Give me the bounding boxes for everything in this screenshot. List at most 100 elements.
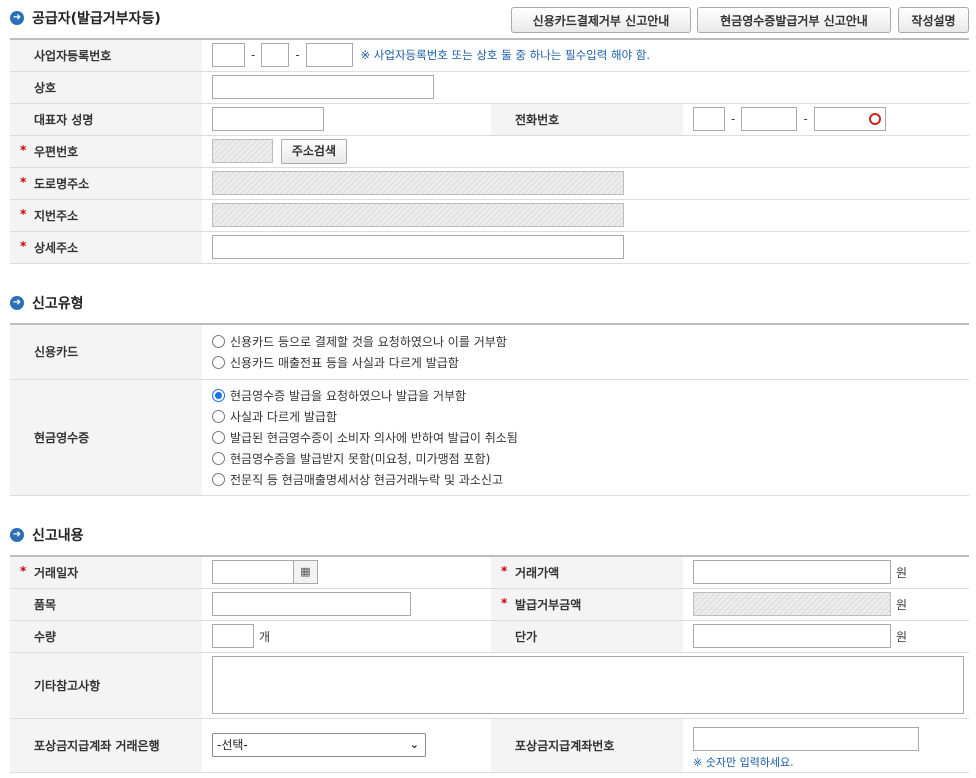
detail-address-label: * 상세주소	[10, 231, 202, 264]
item-input[interactable]	[212, 592, 411, 616]
detail-address-label-text: 상세주소	[34, 240, 79, 255]
dash: -	[251, 48, 256, 63]
rep-name-label: 대표자 성명	[10, 103, 202, 136]
bank-select[interactable]: -선택- ⌄	[212, 733, 426, 757]
cash-option-label: 전문직 등 현금매출명세서상 현금거래누락 및 과소신고	[230, 472, 503, 487]
cash-options: 현금영수증 발급을 요청하였으나 발급을 거부함사실과 다르게 발급함발급된 현…	[202, 379, 969, 496]
cash-type-label: 현금영수증	[10, 379, 202, 496]
account-no-label: 포상금지급계좌번호	[491, 718, 683, 773]
required-mark: *	[20, 206, 27, 221]
dash: -	[295, 48, 300, 63]
biz-no-1-input[interactable]	[212, 43, 245, 68]
biz-no-note: ※ 사업자등록번호 또는 상호 둘 중 하나는 필수입력 해야 함.	[360, 48, 651, 63]
help-button[interactable]: 작성설명	[898, 7, 969, 33]
required-mark: *	[501, 595, 508, 610]
chevron-down-icon: ⌄	[409, 738, 419, 751]
report-type-table: 신용카드 신용카드 등으로 결제할 것을 요청하였으나 이를 거부함신용카드 매…	[10, 323, 969, 496]
section-title: 공급자(발급거부자등)	[32, 11, 161, 27]
biz-no-2-input[interactable]	[261, 43, 290, 68]
cash-option[interactable]: 발급된 현금영수증이 소비자 의사에 반하여 발급이 취소됨	[212, 427, 969, 448]
radio-button[interactable]	[212, 355, 225, 369]
cash-option[interactable]: 현금영수증 발급을 요청하였으나 발급을 거부함	[212, 385, 969, 406]
account-no-input[interactable]	[693, 726, 919, 751]
trade-date-input[interactable]	[212, 560, 294, 585]
required-mark: *	[501, 563, 508, 578]
won-unit: 원	[896, 629, 908, 644]
arrow-right-icon: ➜	[10, 296, 24, 310]
etc-note-label: 기타참고사항	[10, 652, 202, 719]
cash-option[interactable]: 현금영수증을 발급받지 못함(미요청, 미가맹점 포함)	[212, 448, 969, 469]
radio-button[interactable]	[212, 334, 225, 348]
card-option-label: 신용카드 매출전표 등을 사실과 다르게 발급함	[230, 355, 459, 370]
jibun-address-label: * 지번주소	[10, 199, 202, 232]
road-address-label-text: 도로명주소	[34, 176, 90, 191]
section-supplier-header: ➜ 공급자(발급거부자등)	[10, 8, 161, 28]
refused-amount-label-text: 발급거부금액	[515, 597, 582, 612]
biz-no-3-input[interactable]	[305, 43, 353, 68]
radio-button[interactable]	[212, 430, 225, 444]
section-report-type-header: ➜ 신고유형	[10, 293, 84, 313]
password-eye-icon[interactable]	[868, 113, 881, 125]
trade-amount-input[interactable]	[693, 560, 891, 585]
radio-button[interactable]	[212, 388, 225, 402]
required-mark: *	[20, 238, 27, 253]
radio-button[interactable]	[212, 451, 225, 465]
jibun-address-label-text: 지번주소	[34, 208, 79, 223]
card-options: 신용카드 등으로 결제할 것을 요청하였으나 이를 거부함신용카드 매출전표 등…	[202, 324, 969, 380]
unit-price-input[interactable]	[693, 624, 891, 648]
report-content-table: * 거래일자 ▦ * 거래가액 원 품목 * 발급거부금액 원 수량 개 단가 원 기…	[10, 555, 969, 773]
dash: -	[803, 112, 808, 126]
phone-3-input[interactable]	[813, 107, 886, 131]
card-option[interactable]: 신용카드 매출전표 등을 사실과 다르게 발급함	[212, 352, 969, 373]
supplier-table: 사업자등록번호 - - ※ 사업자등록번호 또는 상호 둘 중 하나는 필수입력 …	[10, 38, 969, 264]
trade-date-label: * 거래일자	[10, 556, 202, 589]
arrow-right-icon: ➜	[10, 11, 24, 25]
phone-label: 전화번호	[491, 103, 683, 136]
arrow-right-icon: ➜	[10, 528, 24, 542]
section-title: 신고유형	[32, 296, 84, 312]
cash-option-label: 발급된 현금영수증이 소비자 의사에 반하여 발급이 취소됨	[230, 430, 518, 445]
cash-option[interactable]: 사실과 다르게 발급함	[212, 406, 969, 427]
cash-option-label: 현금영수증 발급을 요청하였으나 발급을 거부함	[230, 388, 467, 403]
refused-amount-input	[693, 592, 891, 616]
required-mark: *	[20, 563, 27, 578]
rep-name-input[interactable]	[212, 107, 324, 131]
trade-amount-label: * 거래가액	[491, 556, 683, 589]
card-option-label: 신용카드 등으로 결제할 것을 요청하였으나 이를 거부함	[230, 334, 507, 349]
section-report-content-header: ➜ 신고내용	[10, 525, 84, 545]
card-refusal-guide-button[interactable]: 신용카드결제거부 신고안내	[511, 7, 691, 33]
biz-no-label: 사업자등록번호	[10, 39, 202, 72]
name-input[interactable]	[212, 75, 434, 99]
quantity-unit: 개	[259, 629, 271, 644]
cash-refusal-guide-button[interactable]: 현금영수증발급거부 신고안내	[697, 7, 891, 33]
cash-option-label: 사실과 다르게 발급함	[230, 409, 337, 424]
cash-option-label: 현금영수증을 발급받지 못함(미요청, 미가맹점 포함)	[230, 451, 491, 466]
zip-label-text: 우편번호	[34, 144, 79, 159]
quantity-label: 수량	[10, 620, 202, 653]
radio-button[interactable]	[212, 472, 225, 486]
card-option[interactable]: 신용카드 등으로 결제할 것을 요청하였으나 이를 거부함	[212, 331, 969, 352]
etc-note-textarea[interactable]	[212, 656, 964, 714]
road-address-input	[212, 171, 624, 195]
cash-option[interactable]: 전문직 등 현금매출명세서상 현금거래누락 및 과소신고	[212, 469, 969, 490]
won-unit: 원	[896, 597, 908, 612]
radio-button[interactable]	[212, 409, 225, 423]
item-label: 품목	[10, 588, 202, 621]
road-address-label: * 도로명주소	[10, 167, 202, 200]
phone-2-input[interactable]	[741, 107, 798, 131]
card-type-label: 신용카드	[10, 324, 202, 380]
trade-date-label-text: 거래일자	[34, 565, 79, 580]
detail-address-input[interactable]	[212, 235, 624, 259]
name-label: 상호	[10, 71, 202, 104]
calendar-icon[interactable]: ▦	[294, 560, 318, 585]
won-unit: 원	[896, 565, 908, 580]
quantity-input[interactable]	[212, 624, 254, 648]
required-mark: *	[20, 142, 27, 157]
address-search-button[interactable]: 주소검색	[280, 138, 347, 164]
phone-1-input[interactable]	[693, 107, 725, 131]
account-no-note: ※ 숫자만 입력하세요.	[693, 755, 794, 769]
unit-price-label: 단가	[491, 620, 683, 653]
section-title: 신고내용	[32, 528, 84, 544]
zip-label: * 우편번호	[10, 135, 202, 168]
bank-label: 포상금지급계좌 거래은행	[10, 718, 202, 773]
